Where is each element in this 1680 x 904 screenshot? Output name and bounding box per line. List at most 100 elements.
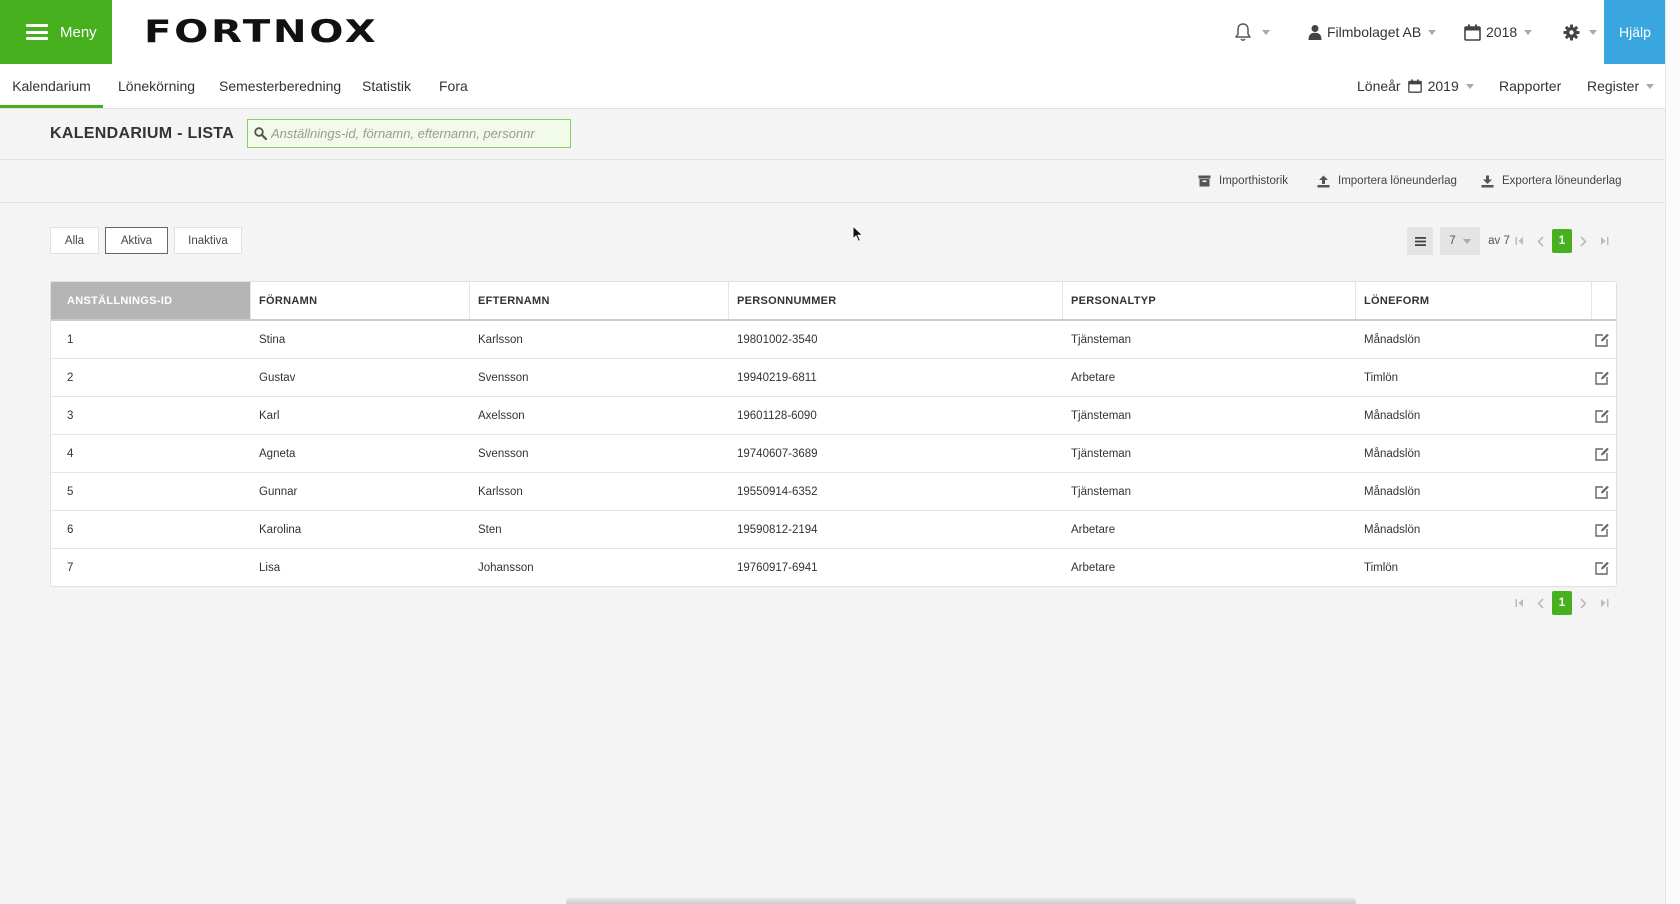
column-header-employment-id[interactable]: ANSTÄLLNINGS-ID — [51, 282, 251, 319]
cell-last-name: Svensson — [478, 447, 529, 460]
payroll-year-selector[interactable]: Löneår 2019 — [1357, 64, 1474, 108]
edit-icon[interactable] — [1594, 332, 1610, 348]
cell-salary-form: Timlön — [1364, 371, 1399, 384]
cell-last-name: Karlsson — [478, 485, 523, 498]
tab-statistik[interactable]: Statistik — [362, 64, 411, 108]
import-history-label: Importhistorik — [1219, 175, 1289, 187]
app-root: Meny FORTNOX Filmbolaget AB 2018 Hjälp K… — [0, 0, 1666, 904]
register-menu[interactable]: Register — [1587, 64, 1655, 108]
chevron-down-icon — [1646, 83, 1655, 89]
cell-first-name: Gustav — [259, 371, 296, 384]
filter-inactive-button[interactable]: Inaktiva — [174, 227, 242, 254]
table-row[interactable]: 4 Agneta Svensson 19740607-3689 Tjänsteman Må… — [51, 435, 1616, 473]
first-page-button-bottom[interactable] — [1512, 593, 1526, 613]
edit-icon[interactable] — [1594, 408, 1610, 424]
chevron-left-icon — [1536, 235, 1544, 247]
export-payroll-button[interactable]: Exportera löneunderlag — [1481, 160, 1622, 202]
gear-icon — [1563, 24, 1580, 40]
calendar-icon — [1407, 79, 1422, 93]
user-icon — [1308, 25, 1322, 40]
cell-last-name: Svensson — [478, 371, 529, 384]
table-row[interactable]: 3 Karl Axelsson 19601128-6090 Tjänsteman Måna… — [51, 397, 1616, 435]
column-header-salary-form[interactable]: LÖNEFORM — [1356, 282, 1592, 319]
table-row[interactable]: 2 Gustav Svensson 19940219-6811 Arbetare Timl… — [51, 359, 1616, 397]
bottom-drawer-handle — [566, 898, 1356, 904]
top-bar: Meny FORTNOX Filmbolaget AB 2018 Hjälp — [0, 0, 1666, 65]
column-header-personnel-type[interactable]: PERSONALTYP — [1063, 282, 1356, 319]
export-payroll-label: Exportera löneunderlag — [1502, 175, 1622, 187]
edit-icon[interactable] — [1594, 484, 1610, 500]
cell-personnel-type: Tjänsteman — [1071, 447, 1132, 460]
table-row[interactable]: 1 Stina Karlsson 19801002-3540 Tjänsteman Mån… — [51, 321, 1616, 359]
filter-active-button[interactable]: Aktiva — [105, 227, 168, 254]
table-row[interactable]: 5 Gunnar Karlsson 19550914-6352 Tjänsteman Må… — [51, 473, 1616, 511]
chevron-left-icon — [1536, 597, 1544, 609]
upload-icon — [1317, 175, 1330, 187]
first-page-icon — [1515, 599, 1523, 607]
last-page-button-bottom[interactable] — [1597, 593, 1611, 613]
cell-employment-id: 1 — [67, 333, 74, 346]
first-page-icon — [1515, 237, 1523, 245]
cell-personnel-type: Tjänsteman — [1071, 409, 1132, 422]
chevron-down-icon — [1465, 83, 1474, 89]
cell-last-name: Axelsson — [478, 409, 525, 422]
prev-page-button[interactable] — [1533, 231, 1547, 251]
tab-kalendarium[interactable]: Kalendarium — [0, 64, 103, 108]
page-number-current-bottom[interactable]: 1 — [1552, 591, 1572, 615]
search-box[interactable] — [247, 119, 571, 148]
edit-icon[interactable] — [1594, 522, 1610, 538]
last-page-icon — [1600, 237, 1608, 245]
column-header-last-name[interactable]: EFTERNAMN — [470, 282, 729, 319]
next-page-button-bottom[interactable] — [1576, 593, 1590, 613]
fortnox-logo[interactable]: FORTNOX — [144, 14, 376, 50]
cell-salary-form: Månadslön — [1364, 485, 1421, 498]
edit-icon[interactable] — [1594, 560, 1610, 576]
year-selector[interactable]: 2018 — [1464, 0, 1533, 64]
cell-salary-form: Timlön — [1364, 561, 1399, 574]
cell-personnel-type: Tjänsteman — [1071, 333, 1132, 346]
payroll-year-value: 2019 — [1427, 78, 1459, 94]
page-size-value: 7 — [1449, 235, 1456, 247]
main-nav: Kalendarium Lönekörning Semesterberednin… — [0, 64, 1666, 109]
settings-button[interactable] — [1563, 0, 1597, 64]
company-selector[interactable]: Filmbolaget AB — [1308, 0, 1437, 64]
list-view-button[interactable] — [1407, 227, 1433, 255]
tab-semesterberedning[interactable]: Semesterberedning — [219, 64, 341, 108]
table-row[interactable]: 7 Lisa Johansson 19760917-6941 Arbetare Timlö… — [51, 549, 1616, 586]
column-header-first-name[interactable]: FÖRNAMN — [251, 282, 470, 319]
cell-employment-id: 6 — [67, 523, 74, 536]
payroll-year-label: Löneår — [1357, 78, 1401, 94]
edit-icon[interactable] — [1594, 370, 1610, 386]
filter-all-button[interactable]: Alla — [50, 227, 99, 254]
page-number-current[interactable]: 1 — [1552, 229, 1572, 253]
edit-icon[interactable] — [1594, 446, 1610, 462]
cell-personal-number: 19940219-6811 — [737, 371, 817, 384]
column-header-personal-number[interactable]: PERSONNUMMER — [729, 282, 1063, 319]
cell-first-name: Lisa — [259, 561, 281, 574]
tab-lonekorning[interactable]: Lönekörning — [118, 64, 195, 108]
last-page-button[interactable] — [1597, 231, 1611, 251]
notifications-button[interactable] — [1234, 0, 1270, 64]
register-label: Register — [1587, 78, 1640, 94]
chevron-down-icon — [1524, 29, 1533, 35]
cell-salary-form: Månadslön — [1364, 409, 1421, 422]
import-history-button[interactable]: Importhistorik — [1198, 160, 1288, 202]
import-payroll-button[interactable]: Importera löneunderlag — [1317, 160, 1457, 202]
cell-last-name: Sten — [478, 523, 502, 536]
cell-personal-number: 19590812-2194 — [737, 523, 818, 536]
reports-menu[interactable]: Rapporter — [1499, 64, 1561, 108]
search-input[interactable] — [271, 126, 551, 141]
chevron-down-icon — [1589, 29, 1597, 35]
table-body: 1 Stina Karlsson 19801002-3540 Tjänsteman Mån… — [51, 321, 1616, 586]
page-size-select[interactable]: 7 — [1440, 227, 1480, 255]
menu-button[interactable]: Meny — [0, 0, 112, 64]
hamburger-icon — [26, 24, 48, 40]
calendar-icon — [1464, 24, 1481, 41]
cell-first-name: Stina — [259, 333, 286, 346]
first-page-button[interactable] — [1512, 231, 1526, 251]
next-page-button[interactable] — [1576, 231, 1590, 251]
help-button[interactable]: Hjälp — [1604, 0, 1666, 64]
tab-fora[interactable]: Fora — [439, 64, 468, 108]
table-row[interactable]: 6 Karolina Sten 19590812-2194 Arbetare Månads… — [51, 511, 1616, 549]
prev-page-button-bottom[interactable] — [1533, 593, 1547, 613]
